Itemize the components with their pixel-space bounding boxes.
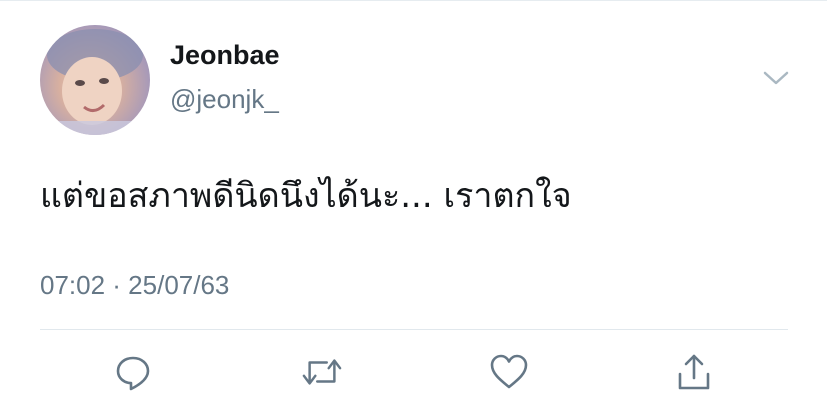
author-display-name[interactable]: Jeonbae (170, 40, 280, 71)
retweet-icon (302, 359, 342, 385)
reply-icon (116, 356, 150, 391)
top-divider (0, 0, 827, 1)
reply-button[interactable] (113, 352, 153, 392)
tweet-timestamp[interactable]: 07:02 · 25/07/63 (40, 270, 229, 301)
action-divider (40, 329, 788, 330)
tweet-text: แต่ขอสภาพดีนิดนึงได้นะ... เราตกใจ (40, 176, 572, 216)
like-button[interactable] (489, 352, 529, 392)
author-handle[interactable]: @jeonjk_ (170, 84, 279, 115)
heart-icon (490, 354, 528, 389)
avatar-image (40, 29, 150, 135)
share-icon (678, 354, 710, 390)
retweet-button[interactable] (302, 352, 342, 392)
avatar[interactable] (40, 25, 150, 135)
chevron-down-icon[interactable] (762, 68, 790, 88)
share-button[interactable] (674, 352, 714, 392)
